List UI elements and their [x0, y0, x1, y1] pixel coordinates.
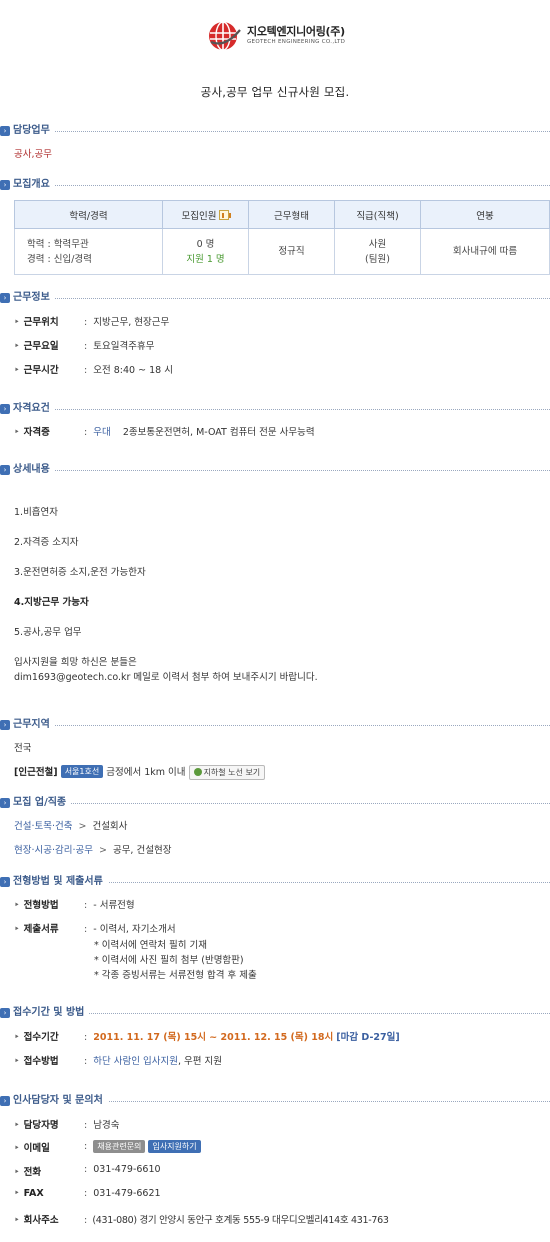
detail-item: 5.공사,공무 업무: [14, 627, 82, 638]
section-bullet-icon: ›: [0, 1008, 10, 1018]
deadline-badge: [마감 D-27일]: [336, 1032, 400, 1043]
doc-note: * 이력서에 사진 필히 첨부 (반명함판): [94, 955, 244, 966]
header-education: 학력/경력: [14, 200, 163, 229]
apply-button[interactable]: 입사지원하기: [148, 1140, 201, 1153]
period-value: 2011. 11. 17 (목) 15시 ~ 2011. 12. 15 (목) …: [93, 1032, 334, 1043]
work-location-row: 근무위치: [14, 314, 59, 328]
section-category: › 모집 업/직종: [0, 796, 550, 810]
section-overview: › 모집개요: [0, 178, 550, 192]
detail-item: 4.지방근무 가능자: [14, 597, 89, 608]
globe-logo-icon: [209, 21, 241, 51]
header-headcount: 모집인원: [162, 200, 249, 229]
process-docs-row: 제출서류: [14, 921, 59, 935]
qualification-pref: 우대: [93, 427, 111, 438]
apply-method-row: 접수방법: [14, 1053, 59, 1067]
section-qualification: › 자격요건: [0, 402, 550, 416]
process-method-row: 전형방법: [14, 897, 59, 911]
section-work-info: › 근무정보: [0, 291, 550, 305]
detail-item: 3.운전면허증 소지,운전 가능한자: [14, 567, 146, 578]
duty-text: 공사,공무: [14, 149, 52, 160]
qualification-value: 2종보통운전면허, M-OAT 컴퓨터 전문 사무능력: [122, 427, 315, 438]
doc-note: * 이력서에 연락처 필히 기재: [94, 940, 207, 951]
qualification-row: 자격증: [14, 424, 50, 438]
section-bullet-icon: ›: [0, 720, 10, 730]
section-contact: › 인사담당자 및 문의처: [0, 1094, 550, 1108]
table-row: 학력 : 학력무관 경력 : 신입/경력 0 명 지원 1 명 정규직 사원 (…: [14, 228, 550, 275]
subway-icon: [193, 768, 202, 776]
category-parent-link[interactable]: 건설·토목·건축: [14, 821, 72, 832]
contact-fax-row: FAX: [14, 1188, 44, 1199]
chart-icon[interactable]: [219, 209, 232, 220]
section-bullet-icon: ›: [0, 180, 10, 190]
section-bullet-icon: ›: [0, 798, 10, 808]
nearby-subway: [인근전철] 서울1호선 금정에서 1km 이내 지하철 노선 보기: [14, 764, 266, 780]
doc-note: * 각종 증빙서류는 서류전형 합격 후 제출: [94, 970, 257, 981]
apply-link[interactable]: 하단 사람인 입사지원: [93, 1056, 178, 1067]
section-bullet-icon: ›: [0, 1096, 10, 1106]
work-days-row: 근무요일: [14, 338, 59, 352]
detail-item: 1.비흡연자: [14, 507, 59, 518]
section-area: › 근무지역: [0, 718, 550, 732]
contact-address-row: 회사주소: [14, 1212, 59, 1226]
section-bullet-icon: ›: [0, 877, 10, 887]
company-logo: 지오텍엔지니어링(주) GEOTECH ENGINEERING CO.,LTD: [207, 20, 346, 52]
section-duty: › 담당업무: [0, 124, 550, 138]
subway-line-badge: 서울1호선: [60, 765, 104, 778]
company-name-ko: 지오텍엔지니어링(주): [247, 25, 345, 38]
section-bullet-icon: ›: [0, 404, 10, 414]
section-bullet-icon: ›: [0, 465, 10, 475]
contact-phone-row: 전화: [14, 1164, 41, 1178]
detail-item: 2.자격증 소지자: [14, 537, 79, 548]
contact-person-row: 담당자명: [14, 1117, 59, 1131]
work-location-value: 지방근무, 현장근무: [93, 317, 170, 328]
area-region: 전국: [14, 743, 32, 754]
header-salary: 연봉: [420, 200, 550, 229]
section-bullet-icon: ›: [0, 126, 10, 136]
period-row: 접수기간: [14, 1029, 59, 1043]
section-period: › 접수기간 및 방법: [0, 1006, 550, 1020]
section-details: › 상세내용: [0, 463, 550, 477]
header-work-type: 근무형태: [248, 200, 335, 229]
inquiry-button[interactable]: 채용관련문의: [93, 1140, 146, 1153]
cell-education: 학력 : 학력무관 경력 : 신입/경력: [14, 228, 163, 275]
company-name-en: GEOTECH ENGINEERING CO.,LTD: [247, 39, 346, 45]
cell-headcount: 0 명 지원 1 명: [162, 228, 249, 275]
apply-text-2: dim1693@geotech.co.kr 메일로 이력서 첨부 하여 보내주시…: [14, 672, 318, 683]
page-title: 공사,공무 업무 신규사원 모집.: [200, 85, 350, 99]
category-parent-link[interactable]: 현장·시공·감리·공무: [14, 845, 93, 856]
subway-map-button[interactable]: 지하철 노선 보기: [188, 765, 266, 780]
apply-text-1: 입사지원을 희망 하신은 분들은: [14, 657, 137, 668]
category-row: 현장·시공·감리·공무 > 공무, 건설현장: [14, 845, 172, 856]
work-hours-value: 오전 8:40 ~ 18 시: [93, 365, 173, 376]
cell-work-type: 정규직: [248, 228, 335, 275]
overview-table: 학력/경력 모집인원 근무형태 직급(직책) 연봉 학력 : 학력무관 경력 :…: [14, 200, 550, 275]
cell-rank: 사원 (팀원): [334, 228, 421, 275]
header-rank: 직급(직책): [334, 200, 421, 229]
cell-salary: 회사내규에 따름: [420, 228, 550, 275]
applicants-count[interactable]: 지원 1 명: [163, 252, 248, 267]
work-hours-row: 근무시간: [14, 362, 59, 376]
section-process: › 전형방법 및 제출서류: [0, 875, 550, 889]
contact-email-row: 이메일: [14, 1140, 50, 1154]
section-bullet-icon: ›: [0, 293, 10, 303]
category-row: 건설·토목·건축 > 건설회사: [14, 821, 128, 832]
work-days-value: 토요일격주휴무: [93, 341, 155, 352]
